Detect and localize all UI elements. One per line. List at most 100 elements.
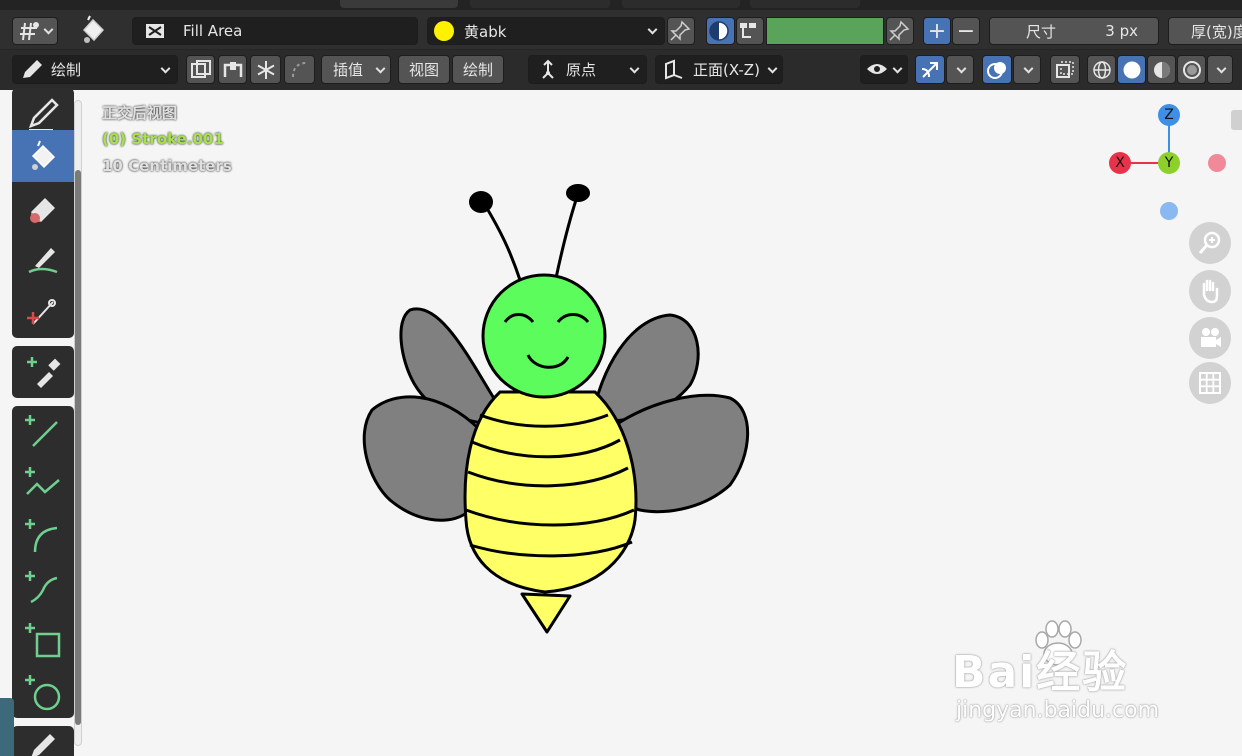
gizmo-z-axis[interactable]: Z bbox=[1158, 104, 1180, 126]
gizmo-x-axis[interactable]: X bbox=[1109, 152, 1131, 174]
box-tool[interactable] bbox=[12, 614, 74, 666]
snowflake-icon bbox=[257, 60, 274, 79]
pivot-icon bbox=[542, 59, 554, 79]
eraser-icon bbox=[30, 198, 55, 223]
hand-pan-icon bbox=[1202, 279, 1219, 304]
material-mode-button[interactable] bbox=[736, 17, 764, 45]
sidebar-toggle-tab[interactable] bbox=[1231, 110, 1242, 130]
subtract-button[interactable]: − bbox=[952, 17, 980, 45]
workspace-tab[interactable] bbox=[622, 0, 740, 8]
line-icon bbox=[25, 415, 58, 447]
wireframe-shading-button[interactable] bbox=[1087, 55, 1116, 84]
sculpt-lock-button[interactable] bbox=[250, 55, 281, 84]
xray-icon bbox=[1056, 60, 1074, 78]
xray-toggle[interactable] bbox=[1050, 55, 1080, 84]
layer-field[interactable]: Fill Area bbox=[132, 17, 418, 45]
curve-tool[interactable] bbox=[12, 562, 74, 614]
orientation-label: 正面(X-Z) bbox=[693, 61, 760, 79]
plane-icon bbox=[665, 59, 683, 79]
orientation-selector[interactable]: 正面(X-Z) bbox=[655, 55, 783, 84]
arc-tool[interactable] bbox=[12, 510, 74, 562]
gizmo-toggle[interactable] bbox=[915, 55, 945, 84]
overlay-toggle[interactable] bbox=[982, 55, 1012, 84]
curve-icon bbox=[25, 571, 58, 604]
mode-selector[interactable]: 绘制 bbox=[12, 55, 178, 84]
view-menu[interactable]: 视图 bbox=[398, 55, 450, 84]
material-selector[interactable]: 黄abk bbox=[427, 17, 665, 45]
plus-icon: + bbox=[927, 18, 947, 44]
watermark-brand: Bai经验 bbox=[952, 647, 1129, 698]
gizmo-neg-z-axis[interactable] bbox=[1160, 202, 1178, 220]
multiframe-button[interactable] bbox=[186, 55, 215, 84]
vertex-color-mode-button[interactable] bbox=[706, 17, 735, 45]
rulers-icon bbox=[223, 61, 242, 77]
pan-button[interactable] bbox=[1189, 270, 1231, 312]
view-name: 正交后视图 bbox=[102, 104, 178, 122]
panel-edge-handle[interactable] bbox=[0, 698, 14, 756]
mode-label: 绘制 bbox=[51, 61, 82, 79]
editor-type-button[interactable] bbox=[12, 17, 58, 45]
cutter-icon bbox=[27, 299, 56, 325]
size-field[interactable]: 尺寸 3 px bbox=[989, 17, 1159, 45]
grid-ortho-icon bbox=[1199, 372, 1221, 394]
shading-dropdown[interactable] bbox=[1207, 55, 1233, 84]
material-shading-button[interactable] bbox=[1147, 55, 1176, 84]
zoom-button[interactable] bbox=[1189, 222, 1231, 264]
circle-icon bbox=[25, 675, 61, 711]
right-antenna-tip bbox=[566, 184, 590, 202]
overlay-dropdown[interactable] bbox=[1013, 55, 1041, 84]
layers-icon bbox=[190, 59, 211, 78]
gizmo-y-axis[interactable]: Y bbox=[1158, 152, 1180, 174]
eyedropper-tool[interactable] bbox=[12, 346, 74, 398]
dashed-curve-icon bbox=[291, 61, 307, 77]
bee-body bbox=[463, 390, 638, 594]
interpolate-menu[interactable]: 插值 bbox=[321, 55, 391, 84]
draw-menu[interactable]: 绘制 bbox=[452, 55, 504, 84]
pin-color-button[interactable] bbox=[886, 17, 914, 45]
pin-icon bbox=[670, 20, 691, 41]
polyline-tool[interactable] bbox=[12, 458, 74, 510]
eyedropper-icon bbox=[27, 357, 61, 388]
pencil-icon bbox=[23, 59, 42, 78]
thickness-field[interactable]: 厚(宽)度 bbox=[1168, 17, 1242, 45]
gizmo-dropdown[interactable] bbox=[946, 55, 974, 84]
layer-name: Fill Area bbox=[183, 22, 243, 40]
circle-tool[interactable] bbox=[12, 666, 74, 718]
stroke-color-field[interactable] bbox=[766, 17, 884, 45]
pin-button[interactable] bbox=[667, 17, 695, 45]
auto-merge-button[interactable] bbox=[284, 55, 315, 84]
material-sphere-icon bbox=[1153, 61, 1170, 78]
gizmo-arrow-icon bbox=[921, 61, 938, 78]
camera-icon bbox=[1201, 328, 1221, 347]
line-tool[interactable] bbox=[12, 406, 74, 458]
solid-shading-button[interactable] bbox=[1117, 55, 1146, 84]
visibility-toggle[interactable] bbox=[860, 55, 908, 84]
thickness-label: 厚(宽)度 bbox=[1191, 22, 1242, 41]
workspace-tab[interactable] bbox=[470, 0, 610, 8]
fill-bucket-icon[interactable] bbox=[76, 14, 110, 46]
gizmo-neg-x-axis[interactable] bbox=[1208, 154, 1226, 172]
workspace-tabs-strip bbox=[0, 0, 1242, 10]
left-antenna-tip bbox=[469, 191, 493, 213]
toolbar-scroll-thumb[interactable] bbox=[75, 170, 81, 725]
viewport-header: 绘制 插值 视图 绘制 原点 正面(X-Z) bbox=[0, 50, 1242, 90]
add-button[interactable]: + bbox=[923, 17, 951, 45]
workspace-tab[interactable] bbox=[340, 0, 458, 8]
annotate-tool[interactable] bbox=[12, 726, 74, 756]
tint-tool[interactable] bbox=[12, 234, 74, 286]
guides-button[interactable] bbox=[218, 55, 247, 84]
pivot-selector[interactable]: 原点 bbox=[528, 55, 647, 84]
ortho-toggle-button[interactable] bbox=[1189, 362, 1231, 404]
size-value: 3 px bbox=[1105, 22, 1138, 40]
navigation-gizmo[interactable]: Z X Y bbox=[1100, 96, 1240, 226]
cutter-tool[interactable] bbox=[12, 286, 74, 338]
fill-tool[interactable] bbox=[12, 130, 74, 182]
camera-button[interactable] bbox=[1189, 317, 1231, 359]
size-label: 尺寸 bbox=[1026, 22, 1057, 41]
zoom-icon bbox=[1198, 231, 1221, 254]
workspace-tab[interactable] bbox=[750, 0, 860, 8]
draw-label: 绘制 bbox=[462, 61, 493, 79]
erase-tool[interactable] bbox=[12, 182, 74, 234]
rendered-shading-button[interactable] bbox=[1177, 55, 1206, 84]
annotate-pencil-icon bbox=[31, 734, 55, 756]
